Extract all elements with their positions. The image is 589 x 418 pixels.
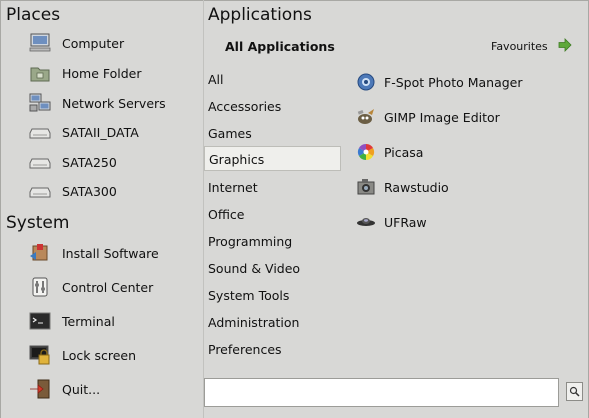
category-all[interactable]: All xyxy=(204,67,341,92)
place-item-label: SATAII_DATA xyxy=(62,124,139,140)
home-folder-icon xyxy=(28,62,52,84)
drive-icon xyxy=(28,180,52,202)
app-label: F-Spot Photo Manager xyxy=(384,74,523,90)
place-item-label: SATA250 xyxy=(62,154,117,170)
applications-panel: Applications All Applications Favourites… xyxy=(204,0,589,418)
place-item-label: SATA300 xyxy=(62,183,117,199)
gimp-icon xyxy=(356,107,376,127)
app-picasa[interactable]: Picasa xyxy=(356,140,423,164)
search-button[interactable] xyxy=(566,382,583,401)
all-applications-label: All Applications xyxy=(225,39,335,54)
category-accessories[interactable]: Accessories xyxy=(204,94,341,119)
search-icon xyxy=(569,382,580,401)
system-item-label: Terminal xyxy=(62,313,115,329)
system-item-quit[interactable]: Quit... xyxy=(28,376,100,402)
rawstudio-icon xyxy=(356,177,376,197)
category-administration[interactable]: Administration xyxy=(204,310,341,335)
category-system-tools[interactable]: System Tools xyxy=(204,283,341,308)
system-item-label: Control Center xyxy=(62,279,154,295)
quit-icon xyxy=(28,378,52,400)
category-games[interactable]: Games xyxy=(204,121,341,146)
place-item-home-folder[interactable]: Home Folder xyxy=(28,60,142,86)
app-rawstudio[interactable]: Rawstudio xyxy=(356,175,449,199)
place-item-label: Home Folder xyxy=(62,65,142,81)
favourites-button[interactable]: Favourites xyxy=(491,37,572,56)
place-item-label: Computer xyxy=(62,35,125,51)
category-internet[interactable]: Internet xyxy=(204,175,341,200)
place-item-sata250[interactable]: SATA250 xyxy=(28,149,117,175)
control-center-icon xyxy=(28,276,52,298)
place-item-computer[interactable]: Computer xyxy=(28,30,124,56)
computer-icon xyxy=(28,32,52,54)
system-item-lock-screen[interactable]: Lock screen xyxy=(28,342,136,368)
places-system-panel: Places Computer Home Folder Network Serv… xyxy=(0,0,203,418)
system-item-control-center[interactable]: Control Center xyxy=(28,274,153,300)
system-item-terminal[interactable]: Terminal xyxy=(28,308,115,334)
favourites-label: Favourites xyxy=(491,40,548,53)
ufraw-icon xyxy=(356,212,376,232)
place-item-label: Network Servers xyxy=(62,95,166,111)
app-ufraw[interactable]: UFRaw xyxy=(356,210,427,234)
install-software-icon xyxy=(28,242,52,264)
app-label: UFRaw xyxy=(384,214,427,230)
arrow-right-icon xyxy=(558,37,572,56)
category-sound-video[interactable]: Sound & Video xyxy=(204,256,341,281)
drive-icon xyxy=(28,151,52,173)
drive-icon xyxy=(28,121,52,143)
app-fspot[interactable]: F-Spot Photo Manager xyxy=(356,70,523,94)
place-item-network-servers[interactable]: Network Servers xyxy=(28,90,166,116)
fspot-icon xyxy=(356,72,376,92)
app-gimp[interactable]: GIMP Image Editor xyxy=(356,105,500,129)
category-office[interactable]: Office xyxy=(204,202,341,227)
search-input[interactable] xyxy=(204,378,559,407)
system-item-label: Install Software xyxy=(62,245,159,261)
category-programming[interactable]: Programming xyxy=(204,229,341,254)
app-label: Picasa xyxy=(384,144,424,160)
network-servers-icon xyxy=(28,92,52,114)
system-item-label: Lock screen xyxy=(62,347,137,363)
system-item-install-software[interactable]: Install Software xyxy=(28,240,159,266)
terminal-icon xyxy=(28,310,52,332)
system-heading: System xyxy=(6,213,70,233)
app-label: Rawstudio xyxy=(384,179,449,195)
picasa-icon xyxy=(356,142,376,162)
place-item-sataii-data[interactable]: SATAII_DATA xyxy=(28,119,139,145)
applications-heading: Applications xyxy=(208,5,312,25)
system-item-label: Quit... xyxy=(62,381,101,397)
category-graphics[interactable]: Graphics xyxy=(204,146,341,171)
category-preferences[interactable]: Preferences xyxy=(204,337,341,362)
app-label: GIMP Image Editor xyxy=(384,109,500,125)
lock-screen-icon xyxy=(28,344,52,366)
places-heading: Places xyxy=(6,5,61,25)
place-item-sata300[interactable]: SATA300 xyxy=(28,178,117,204)
